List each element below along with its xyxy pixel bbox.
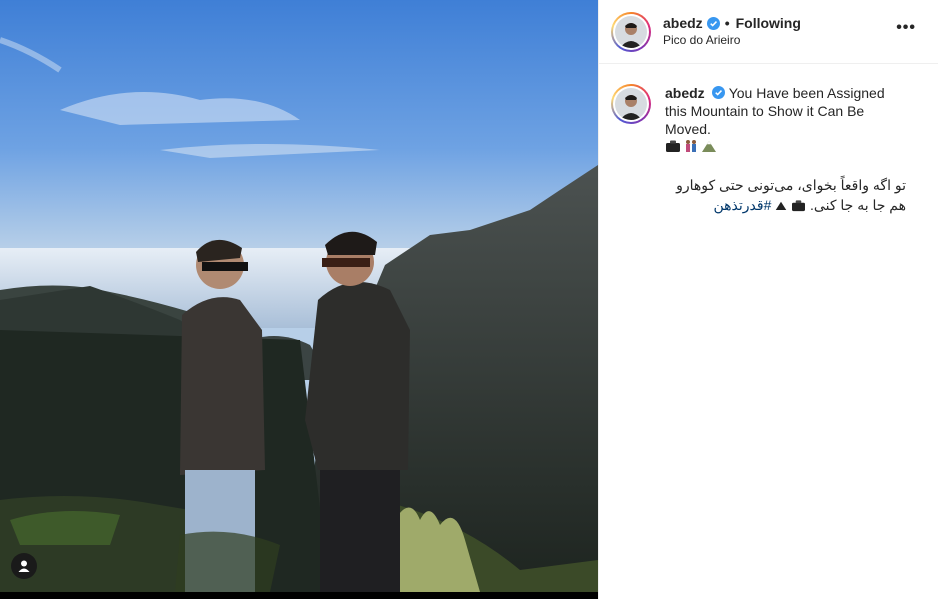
verified-badge-icon [711,86,725,99]
avatar[interactable] [611,11,651,52]
caption-body: abedz You Have been Assigned this Mountai… [665,84,909,215]
mountain-icon [776,201,787,210]
photo-bottom-edge [0,592,598,599]
camera-bag-icon [792,200,806,212]
two-people-icon [686,140,696,152]
caption-english: abedz You Have been Assigned this Mountai… [665,84,909,138]
post-side-panel: abedz • Following Pico do Arieiro ••• ab… [598,0,938,599]
mountain-photo [0,0,598,592]
post-photo[interactable] [0,0,598,592]
header-row: abedz • Following [663,14,801,32]
caption-block: abedz You Have been Assigned this Mountai… [599,64,938,215]
caption-emojis [665,139,909,153]
caption-username-link[interactable]: abedz [665,85,705,101]
camera-bag-icon [666,140,680,152]
caption-persian: تو اگه واقعاً بخوای، می‌تونی حتی کوهارو … [665,175,906,215]
more-options-button[interactable]: ••• [896,19,916,37]
caption-avatar[interactable] [611,84,651,124]
hashtag-link[interactable]: #قدرتذهن [714,197,772,213]
username-link[interactable]: abedz [663,14,703,32]
post-header: abedz • Following Pico do Arieiro ••• [599,0,938,64]
location-link[interactable]: Pico do Arieiro [663,33,801,49]
mountain-icon [702,141,716,152]
instagram-post: abedz • Following Pico do Arieiro ••• ab… [0,0,938,599]
header-text: abedz • Following Pico do Arieiro [663,14,801,49]
separator-dot: • [724,15,730,32]
user-tag-icon[interactable] [11,553,37,579]
following-button[interactable]: Following [736,14,801,32]
verified-badge-icon [706,16,720,30]
